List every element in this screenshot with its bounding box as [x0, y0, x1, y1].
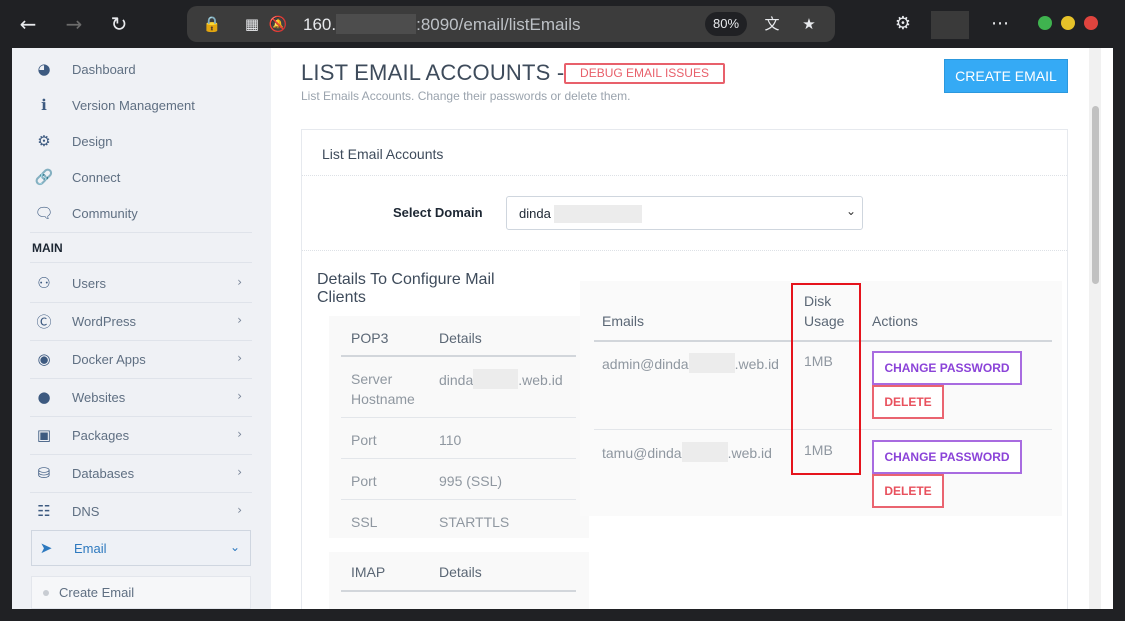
email-address: admin@dinda .web.id: [602, 353, 779, 373]
close-button[interactable]: [1084, 16, 1098, 30]
link-icon: 🔗: [34, 168, 54, 186]
chevron-right-icon: ›: [237, 503, 242, 517]
wordpress-icon: Ⓒ: [36, 312, 52, 331]
change-password-button[interactable]: CHANGE PASSWORD: [872, 351, 1022, 385]
delete-button[interactable]: DELETE: [872, 385, 944, 419]
address-bar[interactable]: 🔒 ▦ 🔕 160.:8090/email/listEmails 80% 文 ★: [187, 6, 835, 42]
chevron-down-icon: ⌄: [845, 204, 856, 218]
divider: [341, 417, 576, 418]
forward-arrow-icon[interactable]: →: [60, 10, 88, 38]
sidebar-item-version-management[interactable]: ℹ Version Management: [30, 87, 252, 123]
imap-details-table: IMAP Details: [329, 552, 589, 609]
url-text[interactable]: 160.:8090/email/listEmails: [303, 14, 581, 35]
redacted-block: [336, 14, 417, 34]
sidebar-subitem-create-email[interactable]: Create Email: [31, 576, 251, 609]
info-icon: ℹ: [41, 96, 47, 114]
sidebar: ◕ Dashboard ℹ Version Management ⚙ Desig…: [12, 48, 271, 609]
reader-icon[interactable]: ▦: [241, 13, 263, 35]
lock-icon[interactable]: 🔒: [201, 13, 223, 35]
sidebar-heading-main: MAIN: [32, 241, 63, 255]
web-page: ◕ Dashboard ℹ Version Management ⚙ Desig…: [12, 48, 1113, 609]
sidebar-item-docker-apps[interactable]: ◉ Docker Apps ›: [30, 341, 252, 377]
sidebar-divider: [30, 232, 252, 233]
back-arrow-icon[interactable]: ←: [14, 10, 42, 38]
sidebar-item-users[interactable]: ⚇ Users ›: [30, 265, 252, 301]
sidebar-item-dns[interactable]: ☷ DNS ›: [30, 493, 252, 529]
scrollbar-thumb[interactable]: [1092, 106, 1099, 284]
cubes-icon: ▣: [36, 426, 52, 444]
page-title: LIST EMAIL ACCOUNTS -: [301, 60, 565, 85]
chevron-right-icon: ›: [237, 427, 242, 441]
page-subtitle: List Emails Accounts. Change their passw…: [301, 89, 631, 103]
chevron-right-icon: ›: [237, 275, 242, 289]
card-title: List Email Accounts: [322, 146, 444, 162]
reload-icon[interactable]: ↻: [105, 10, 133, 38]
zoom-indicator[interactable]: 80%: [705, 12, 747, 36]
divider: [341, 458, 576, 459]
email-address: tamu@dinda .web.id: [602, 442, 772, 462]
more-icon[interactable]: ⋯: [986, 10, 1014, 38]
sidebar-item-databases[interactable]: ⛁ Databases ›: [30, 455, 252, 491]
divider: [302, 175, 1067, 176]
dashboard-icon: ◕: [37, 60, 51, 78]
sidebar-item-email[interactable]: ➤ Email ⌄: [31, 530, 251, 566]
sidebar-item-packages[interactable]: ▣ Packages ›: [30, 417, 252, 453]
divider: [341, 590, 576, 592]
pop3-details-table: POP3 Details Server Hostname dinda .web.i…: [329, 316, 589, 538]
column-header-actions: Actions: [872, 313, 918, 329]
chevron-right-icon: ›: [237, 351, 242, 365]
gear-icon: ⚙: [37, 132, 51, 150]
divider: [341, 499, 576, 500]
chevron-right-icon: ›: [237, 389, 242, 403]
debug-email-issues-button[interactable]: DEBUG EMAIL ISSUES: [564, 63, 725, 84]
sidebar-item-wordpress[interactable]: Ⓒ WordPress ›: [30, 303, 252, 339]
mail-client-details-title: Details To Configure Mail Clients: [317, 271, 495, 306]
chevron-right-icon: ›: [237, 313, 242, 327]
change-password-button[interactable]: CHANGE PASSWORD: [872, 440, 1022, 474]
bookmark-icon[interactable]: ★: [798, 13, 820, 35]
sidebar-divider: [30, 262, 252, 263]
select-domain-label: Select Domain: [393, 205, 483, 220]
page-scrollbar[interactable]: [1089, 48, 1101, 609]
sitemap-icon: ☷: [37, 502, 51, 520]
sidebar-item-dashboard[interactable]: ◕ Dashboard: [30, 51, 252, 87]
column-header-emails: Emails: [602, 313, 645, 329]
docker-icon: ◉: [37, 350, 51, 368]
chevron-down-icon: ⌄: [229, 540, 240, 554]
domain-select[interactable]: dinda ⌄: [506, 196, 863, 230]
maximize-button[interactable]: [1061, 16, 1075, 30]
email-list-card: List Email Accounts Select Domain dinda …: [301, 129, 1068, 609]
redacted-block: [473, 369, 519, 389]
translate-icon[interactable]: 文: [761, 13, 783, 35]
sidebar-item-community[interactable]: 🗨 Community: [30, 195, 252, 231]
database-icon: ⛁: [37, 464, 51, 482]
chat-icon: 🗨: [34, 204, 54, 222]
sidebar-item-websites[interactable]: ● Websites ›: [30, 379, 252, 415]
sidebar-item-connect[interactable]: 🔗 Connect: [30, 159, 252, 195]
create-email-button[interactable]: CREATE EMAIL: [944, 59, 1068, 93]
paper-plane-icon: ➤: [39, 539, 53, 557]
bell-off-icon[interactable]: 🔕: [267, 13, 289, 35]
bullet-icon: [43, 589, 49, 596]
users-icon: ⚇: [37, 274, 51, 292]
globe-icon: ●: [37, 388, 51, 406]
profile-avatar[interactable]: [931, 11, 969, 39]
minimize-button[interactable]: [1038, 16, 1052, 30]
divider: [341, 355, 576, 357]
redacted-block: [554, 205, 642, 223]
browser-toolbar: ← → ↻ 🔒 ▦ 🔕 160.:8090/email/listEmails 8…: [0, 0, 1125, 48]
disk-usage-highlight: [791, 283, 861, 475]
divider: [302, 250, 1067, 251]
chevron-right-icon: ›: [237, 465, 242, 479]
sidebar-item-design[interactable]: ⚙ Design: [30, 123, 252, 159]
main-content: LIST EMAIL ACCOUNTS - DEBUG EMAIL ISSUES…: [271, 48, 1101, 609]
extensions-icon[interactable]: ⚙: [889, 10, 917, 38]
delete-button[interactable]: DELETE: [872, 474, 944, 508]
redacted-block: [681, 442, 728, 462]
redacted-block: [688, 353, 735, 373]
